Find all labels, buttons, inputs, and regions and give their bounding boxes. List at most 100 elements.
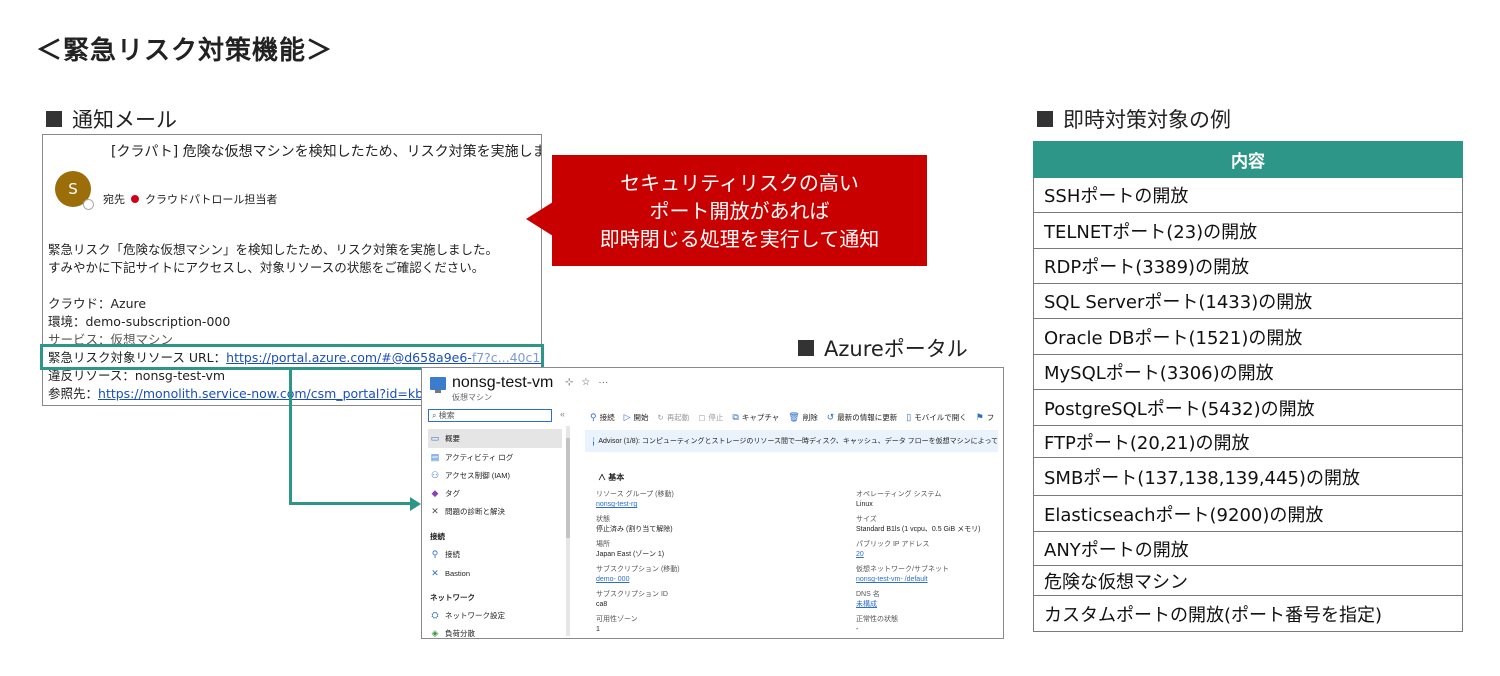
square-bullet-icon (798, 340, 814, 356)
arrow-right-icon (410, 497, 421, 511)
square-bullet-icon (1037, 111, 1053, 127)
presence-icon (83, 199, 94, 210)
field-label: DNS 名 (856, 591, 880, 598)
mail-recipient: 宛先 クラウドパトロール担当者 (103, 191, 277, 207)
advisor-text: Advisor (1/8): コンピューティングとストレージのリソース間で一時デ… (598, 438, 998, 445)
vm-type: 仮想マシン (452, 393, 492, 402)
mail-subject: [クラパト] 危険な仮想マシンを検知したため、リスク対策を実施しました (111, 144, 542, 160)
field-label: サイズ (856, 516, 877, 523)
connect-button[interactable]: ⚲ 接続 (590, 410, 615, 424)
log-icon: ▤ (430, 452, 440, 462)
bastion-icon: ✕ (431, 568, 439, 578)
nav-item-overview[interactable]: ▭ 概要 (428, 429, 562, 448)
table-row: FTPポート(20,21)の開放 (1033, 425, 1463, 458)
field-label: リソース グループ (移動) (596, 491, 674, 498)
recipient-label: 宛先 (103, 193, 125, 206)
resource-group-link[interactable]: nonsg-test-rg (596, 500, 680, 510)
field-label: オペレーティング システム (856, 491, 942, 498)
field-label: 場所 (596, 541, 610, 548)
azure-section-heading: Azureポータル (798, 333, 968, 363)
monitor-icon: ▭ (430, 433, 440, 443)
subscription-id-value: ca8 (596, 601, 608, 608)
field-label: 正常性の状態 (856, 616, 898, 623)
scrollbar[interactable] (566, 426, 570, 636)
table-row: ANYポートの開放 (1033, 531, 1463, 566)
pin-icon[interactable]: ⊹ (565, 377, 573, 388)
callout-tail (526, 202, 553, 236)
connector-line (289, 502, 411, 505)
nav-item-bastion[interactable]: ✕ Bastion (428, 564, 562, 583)
virtual-machine-icon (430, 377, 446, 393)
mobile-icon: ▯ (906, 411, 912, 422)
callout-line: セキュリティリスクの高い (620, 170, 859, 195)
start-button[interactable]: ▷ 開始 (624, 410, 649, 424)
feedback-button[interactable]: ⚑ フ (976, 410, 995, 424)
refresh-button[interactable]: ↺ 最新の情報に更新 (827, 410, 898, 424)
essentials-right: オペレーティング システム Linux サイズ Standard B1ls (1 v… (856, 490, 981, 638)
play-icon: ▷ (623, 411, 631, 422)
restart-button[interactable]: ↻ 再起動 (658, 410, 690, 424)
mail-body-line: すみやかに下記サイトにアクセスし、対象リソースの状態をご確認ください。 (48, 260, 485, 275)
public-ip-link[interactable]: 20 (856, 550, 981, 560)
restart-icon: ↻ (657, 412, 664, 422)
star-icon[interactable]: ☆ (581, 377, 590, 388)
square-bullet-icon (46, 111, 62, 127)
callout-line: 即時閉じる処理を実行して通知 (599, 226, 880, 251)
nav-group-connect: 接続 (430, 532, 445, 541)
field-label: パブリック IP アドレス (856, 541, 930, 548)
mail-section-label: 通知メール (72, 108, 177, 132)
advisor-banner[interactable]: i Advisor (1/8): コンピューティングとストレージのリソース間で一… (585, 430, 998, 452)
field-label: 可用性ゾーン (596, 616, 638, 623)
size-value: Standard B1ls (1 vcpu、0.5 GiB メモリ) (856, 526, 981, 533)
reference-label: 参照先： (48, 386, 99, 401)
basics-heading[interactable]: ∧ 基本 (598, 472, 624, 483)
nav-item-connect[interactable]: ⚲ 接続 (428, 545, 562, 564)
recipient-name: クラウドパトロール担当者 (145, 193, 278, 206)
examples-section-label: 即時対策対象の例 (1063, 108, 1231, 132)
feedback-icon: ⚑ (975, 411, 984, 422)
network-icon: ⛭ (431, 610, 439, 620)
azure-toolbar: ⚲ 接続 ▷ 開始 ↻ 再起動 ▢ 停止 ⧉ キャプチャ 🗑 削除 ↺ 最新の情報に更新 ▯ モ… (590, 410, 994, 424)
zone-value: 1 (596, 626, 600, 633)
nav-item-iam[interactable]: ⚇ アクセス制御 (IAM) (428, 466, 562, 485)
nav-item-network-settings[interactable]: ⛭ ネットワーク設定 (428, 606, 562, 625)
capture-button[interactable]: ⧉ キャプチャ (732, 410, 779, 424)
examples-section-heading: 即時対策対象の例 (1037, 104, 1231, 134)
table-row: MySQLポート(3306)の開放 (1033, 354, 1463, 390)
callout-line: ポート開放があれば (649, 198, 830, 223)
azure-portal-panel: nonsg-test-vm 仮想マシン ⊹ ☆ ··· ⌕ 検索 « ▭ 概要 ▤… (421, 367, 1004, 639)
azure-section-label: Azureポータル (824, 337, 968, 361)
dns-link[interactable]: 未構成 (856, 600, 981, 610)
field-label: 状態 (596, 516, 610, 523)
info-icon: i (593, 436, 595, 446)
delete-button[interactable]: 🗑 削除 (788, 410, 817, 424)
essentials-left: リソース グループ (移動) nonsg-test-rg 状態停止済み (割り当て… (596, 490, 680, 638)
examples-table: 内容 SSHポートの開放 TELNETポート(23)の開放 RDPポート(338… (1033, 141, 1463, 632)
table-row: TELNETポート(23)の開放 (1033, 212, 1463, 249)
search-input[interactable]: ⌕ 検索 (428, 409, 552, 422)
nav-item-tags[interactable]: ◆ タグ (428, 484, 562, 503)
capture-icon: ⧉ (732, 411, 739, 422)
connector-line (289, 370, 292, 505)
table-row: Oracle DBポート(1521)の開放 (1033, 318, 1463, 355)
stop-button[interactable]: ▢ 停止 (698, 410, 723, 424)
nav-item-diagnose[interactable]: ✕ 問題の診断と解決 (428, 502, 562, 521)
load-balancer-icon: ◈ (431, 628, 439, 638)
subscription-link[interactable]: demo- 000 (596, 575, 680, 585)
vm-title: nonsg-test-vm (452, 374, 554, 391)
people-icon: ⚇ (430, 470, 440, 480)
nav-item-activity-log[interactable]: ▤ アクティビティ ログ (428, 448, 562, 467)
health-value: - (856, 626, 859, 633)
nav-item-load-balancing[interactable]: ◈ 負荷分散 (428, 624, 562, 638)
mobile-button[interactable]: ▯ モバイルで開く (906, 410, 966, 424)
location-value: Japan East (ゾーン 1) (596, 551, 665, 558)
collapse-icon[interactable]: « (560, 409, 565, 419)
red-dot-icon (131, 195, 139, 203)
field-label: 仮想ネットワーク/サブネット (856, 566, 949, 573)
vnet-link[interactable]: nonsg-test-vm- /default (856, 575, 981, 585)
status-value: 停止済み (割り当て解除) (596, 526, 673, 533)
table-row: RDPポート(3389)の開放 (1033, 248, 1463, 284)
table-row: SMBポート(137,138,139,445)の開放 (1033, 457, 1463, 496)
more-icon[interactable]: ··· (598, 377, 608, 388)
field-label: サブスクリプション (移動) (596, 566, 680, 573)
